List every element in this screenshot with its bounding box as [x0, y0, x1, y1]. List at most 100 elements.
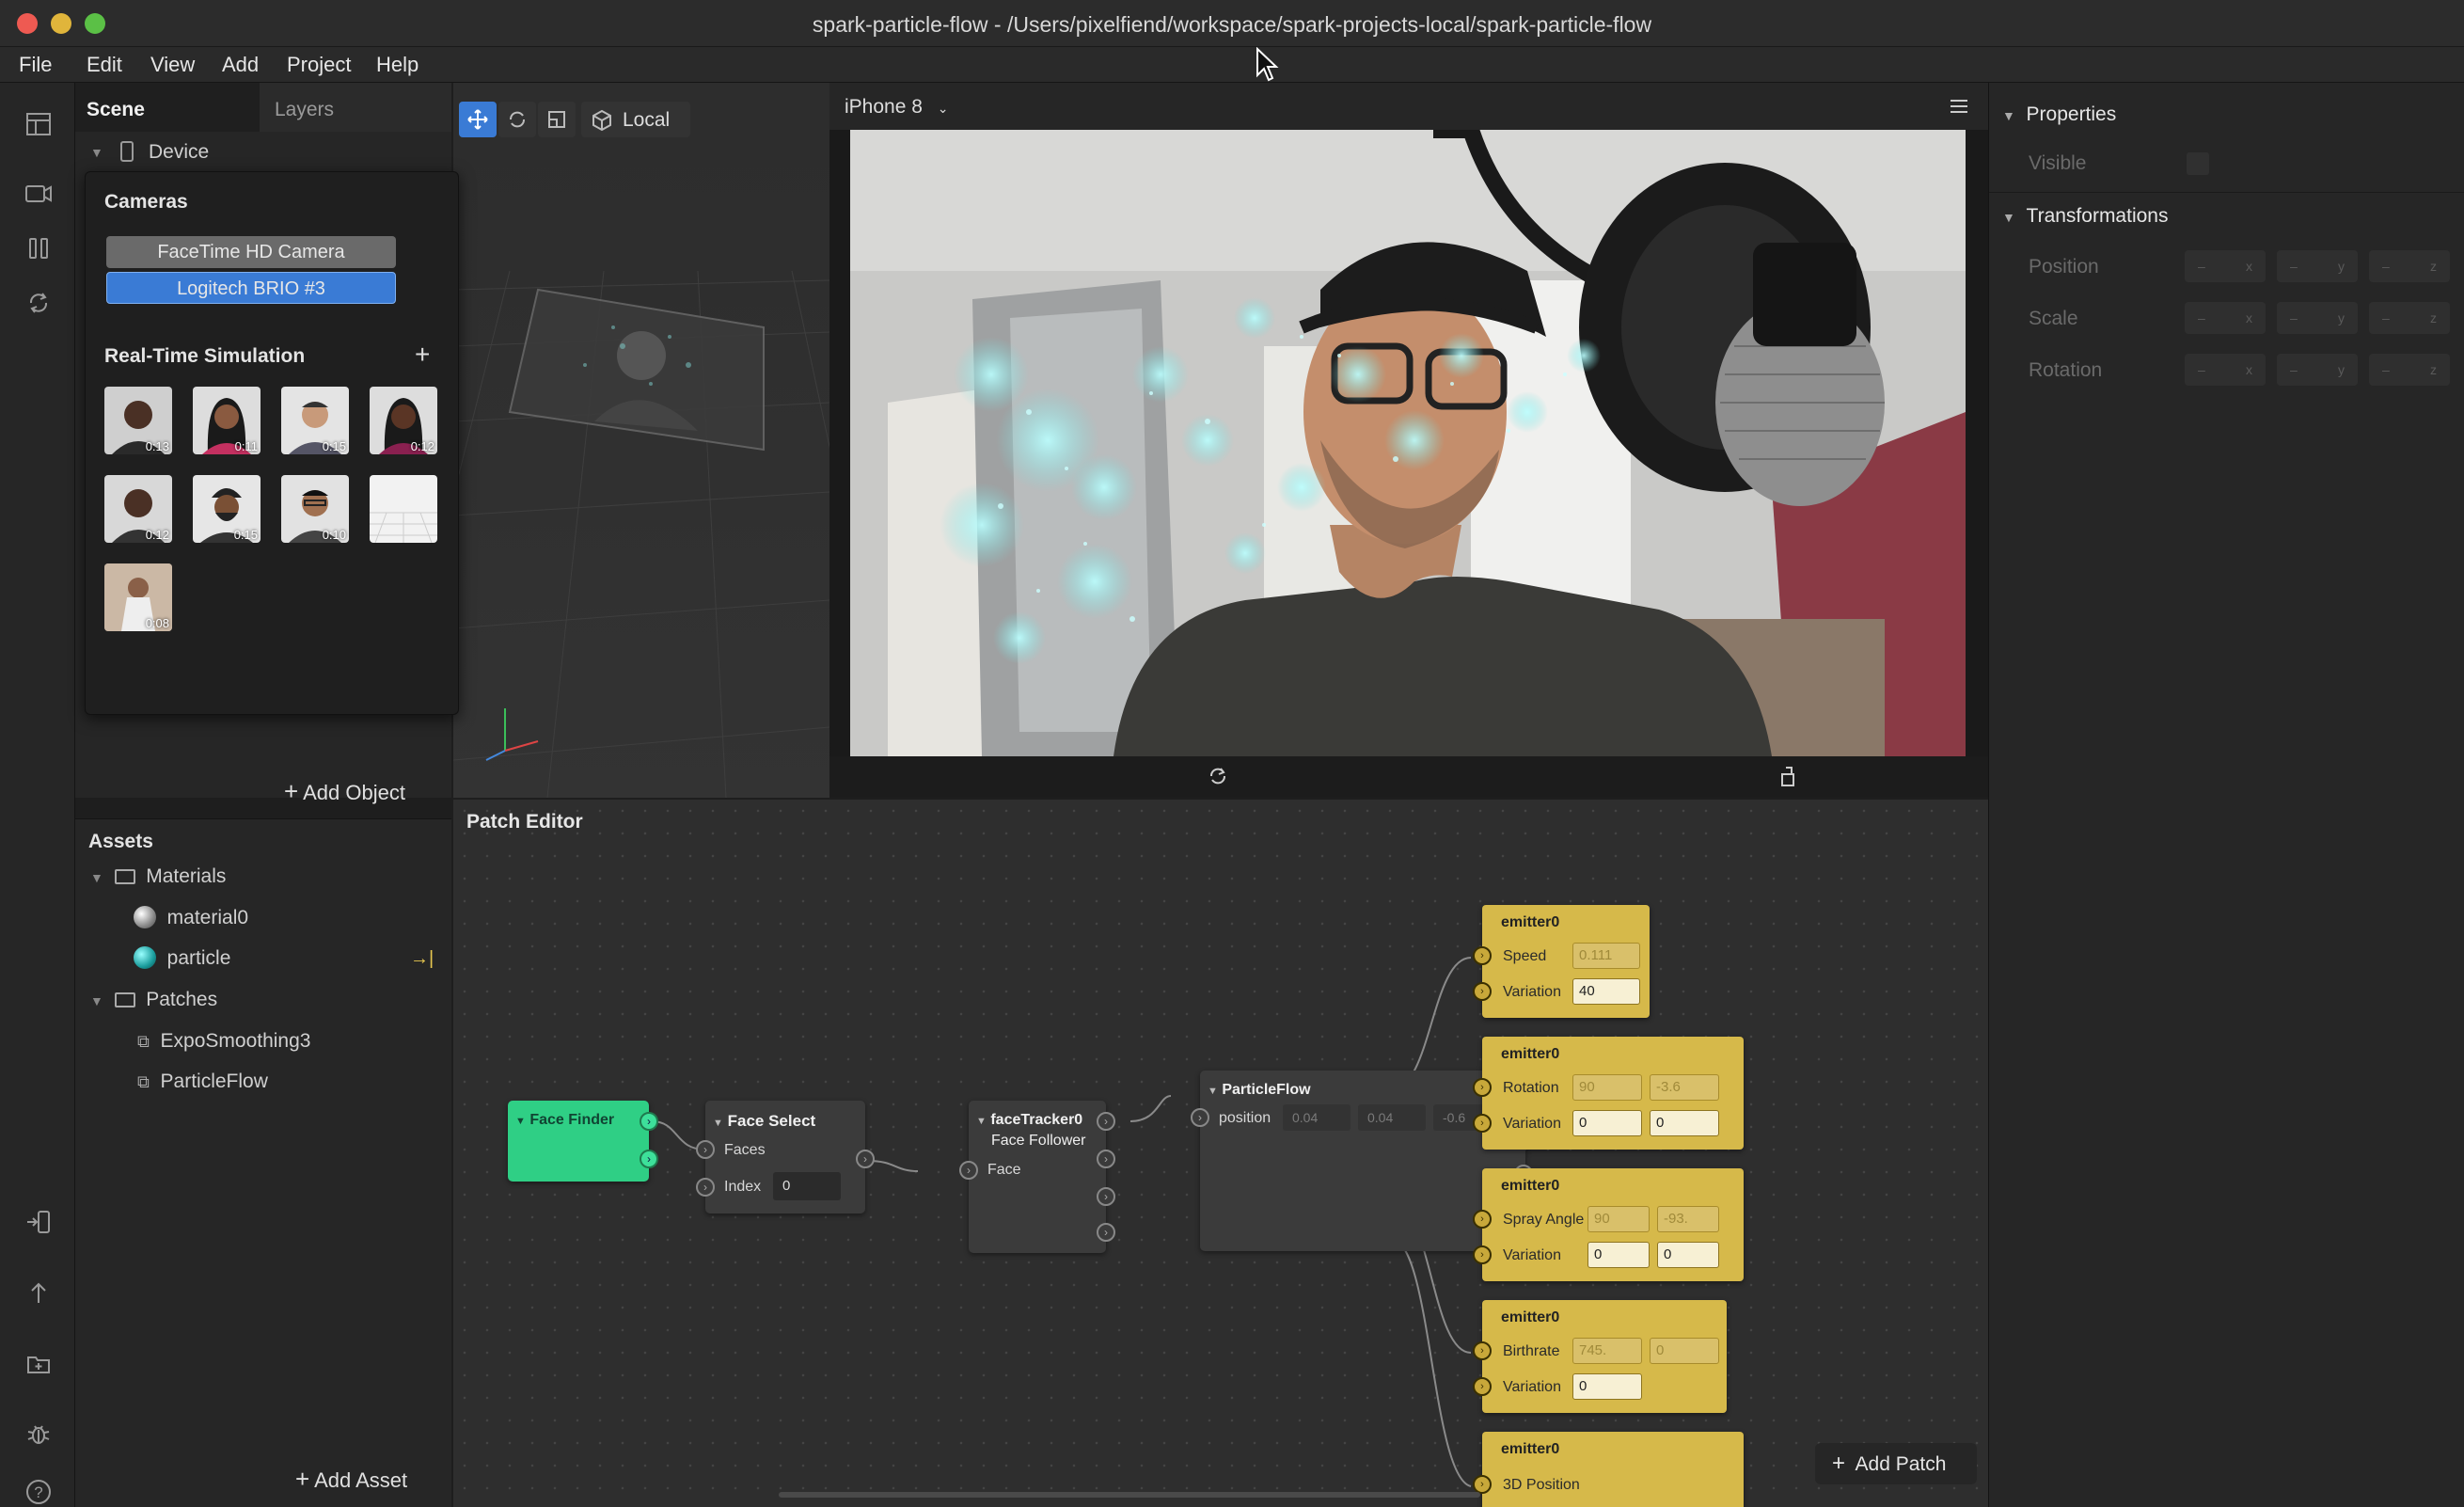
asset-item-particle[interactable]: particle — [134, 944, 230, 973]
patches-folder[interactable]: ▼ Patches — [90, 986, 217, 1014]
output-port-icon[interactable]: › — [1097, 1223, 1115, 1242]
output-port-icon[interactable]: › — [1097, 1150, 1115, 1168]
variation-y-input[interactable]: 0 — [1657, 1242, 1719, 1268]
layout-icon[interactable] — [19, 104, 58, 144]
properties-header[interactable]: ▼ Properties — [2002, 103, 2116, 126]
input-port-icon[interactable]: › — [1473, 1210, 1492, 1229]
input-port-icon[interactable]: › — [1473, 946, 1492, 965]
patch-editor[interactable]: Patch Editor ▼ Face Finder › › ▼ Face Se… — [453, 800, 1988, 1507]
menu-add[interactable]: Add — [222, 47, 259, 83]
variation-input[interactable]: 40 — [1572, 978, 1640, 1005]
simulation-thumbnail[interactable]: 0:12 — [104, 475, 172, 543]
input-port-icon[interactable]: › — [959, 1161, 978, 1180]
rotation-y-field[interactable]: – y — [2277, 354, 2358, 386]
emitter-spray-angle-patch[interactable]: emitter0 › Spray Angle 90 -93. › Variati… — [1473, 1168, 1744, 1281]
move-tool-icon[interactable] — [459, 102, 497, 137]
input-port-icon[interactable]: › — [696, 1178, 715, 1197]
output-port-icon[interactable]: › — [856, 1150, 875, 1168]
menu-edit[interactable]: Edit — [87, 47, 122, 83]
spray-angle-y-input[interactable]: -93. — [1657, 1206, 1719, 1232]
index-input[interactable]: 0 — [773, 1172, 841, 1200]
add-patch-button[interactable]: + Add Patch — [1815, 1443, 1977, 1484]
refresh-icon[interactable] — [19, 283, 58, 323]
position-x-field[interactable]: – x — [2185, 250, 2266, 282]
camera-logitech-brio-button[interactable]: Logitech BRIO #3 — [106, 272, 396, 304]
position-y-input[interactable]: 0.04 — [1358, 1104, 1426, 1131]
menu-project[interactable]: Project — [287, 47, 351, 83]
position-x-input[interactable]: 0.04 — [1283, 1104, 1350, 1131]
emitter-3d-position-patch[interactable]: emitter0 › 3D Position — [1473, 1432, 1744, 1507]
variation-x-input[interactable]: 0 — [1587, 1242, 1650, 1268]
materials-folder[interactable]: ▼ Materials — [90, 863, 226, 891]
face-select-patch[interactable]: ▼ Face Select › Faces › Index 0 › — [696, 1101, 875, 1214]
simulation-thumbnail[interactable]: 0:08 — [104, 563, 172, 631]
simulation-thumbnail[interactable]: 0:11 — [193, 387, 261, 454]
rotate-tool-icon[interactable] — [498, 102, 536, 137]
horizontal-scrollbar[interactable] — [779, 1492, 1480, 1498]
input-port-icon[interactable]: › — [1473, 1341, 1492, 1360]
variation-input[interactable]: 0 — [1572, 1373, 1642, 1400]
input-port-icon[interactable]: › — [1473, 982, 1492, 1001]
simulation-thumbnail[interactable]: 0:10 — [281, 475, 349, 543]
transformations-header[interactable]: ▼ Transformations — [2002, 205, 2168, 228]
bug-icon[interactable] — [19, 1414, 58, 1453]
input-port-icon[interactable]: › — [1473, 1245, 1492, 1264]
input-port-icon[interactable]: › — [696, 1140, 715, 1159]
device-selector[interactable]: iPhone 8 ⌄ — [845, 96, 948, 119]
asset-item-particleflow[interactable]: ⧉ ParticleFlow — [137, 1068, 268, 1096]
input-port-icon[interactable]: › — [1473, 1475, 1492, 1494]
simulation-thumbnail[interactable]: 0:15 — [281, 387, 349, 454]
rotate-device-icon[interactable] — [1204, 762, 1232, 790]
variation-y-input[interactable]: 0 — [1650, 1110, 1719, 1136]
scale-z-field[interactable]: – z — [2369, 302, 2450, 334]
send-to-device-icon[interactable] — [19, 1202, 58, 1242]
camera-facetime-hd-button[interactable]: FaceTime HD Camera — [106, 236, 396, 268]
face-finder-patch[interactable]: ▼ Face Finder › › — [508, 1101, 658, 1182]
rotation-z-field[interactable]: – z — [2369, 354, 2450, 386]
variation-x-input[interactable]: 0 — [1572, 1110, 1642, 1136]
simulation-thumbnail[interactable]: 0:12 — [370, 387, 437, 454]
menu-file[interactable]: File — [19, 47, 52, 83]
share-icon[interactable] — [1774, 762, 1802, 790]
asset-item-material0[interactable]: material0 — [134, 904, 248, 932]
add-asset-button[interactable]: + Add Asset — [295, 1465, 407, 1493]
position-z-field[interactable]: – z — [2369, 250, 2450, 282]
asset-item-exposmoothing3[interactable]: ⧉ ExpoSmoothing3 — [137, 1027, 310, 1055]
menu-view[interactable]: View — [150, 47, 195, 83]
speed-input[interactable]: 0.111 — [1572, 943, 1640, 969]
menu-icon[interactable] — [1949, 98, 1969, 115]
output-port-icon[interactable]: › — [640, 1150, 658, 1168]
emitter-rotation-patch[interactable]: emitter0 › Rotation 90 -3.6 › Variation … — [1473, 1037, 1744, 1150]
emitter-birthrate-patch[interactable]: emitter0 › Birthrate 745. 0 › Variation … — [1473, 1300, 1727, 1413]
local-space-toggle[interactable]: Local — [581, 102, 690, 137]
input-port-icon[interactable]: › — [1191, 1108, 1209, 1127]
link-arrow-icon[interactable]: →| — [410, 948, 434, 970]
simulation-thumbnail[interactable]: 0:15 — [193, 475, 261, 543]
add-object-button[interactable]: + Add Object — [284, 777, 405, 805]
face-tracker-patch[interactable]: ▼ faceTracker0 Face Follower › Face › › … — [959, 1101, 1115, 1253]
input-port-icon[interactable]: › — [1473, 1114, 1492, 1133]
add-simulation-button[interactable]: + — [415, 340, 430, 370]
pause-icon[interactable] — [19, 229, 58, 268]
scale-tool-icon[interactable] — [538, 102, 576, 137]
camera-preview[interactable] — [850, 130, 1966, 756]
birthrate-y-input[interactable]: 0 — [1650, 1338, 1719, 1364]
simulation-empty-room-thumbnail[interactable] — [370, 475, 437, 543]
video-camera-icon[interactable] — [19, 174, 58, 214]
rotation-x-field[interactable]: – x — [2185, 354, 2266, 386]
rotation-x-input[interactable]: 90 — [1572, 1074, 1642, 1101]
add-folder-icon[interactable] — [19, 1344, 58, 1384]
scale-x-field[interactable]: – x — [2185, 302, 2266, 334]
menu-help[interactable]: Help — [376, 47, 419, 83]
disclosure-triangle-icon[interactable]: ▼ — [90, 145, 103, 160]
rotation-y-input[interactable]: -3.6 — [1650, 1074, 1719, 1101]
position-y-field[interactable]: – y — [2277, 250, 2358, 282]
simulation-thumbnail[interactable]: 0:13 — [104, 387, 172, 454]
visible-checkbox[interactable] — [2187, 152, 2209, 175]
input-port-icon[interactable]: › — [1473, 1078, 1492, 1097]
output-port-icon[interactable]: › — [640, 1112, 658, 1131]
emitter-speed-patch[interactable]: emitter0 › Speed 0.111 › Variation 40 — [1473, 905, 1650, 1018]
scale-y-field[interactable]: – y — [2277, 302, 2358, 334]
birthrate-x-input[interactable]: 745. — [1572, 1338, 1642, 1364]
output-port-icon[interactable]: › — [1097, 1112, 1115, 1131]
